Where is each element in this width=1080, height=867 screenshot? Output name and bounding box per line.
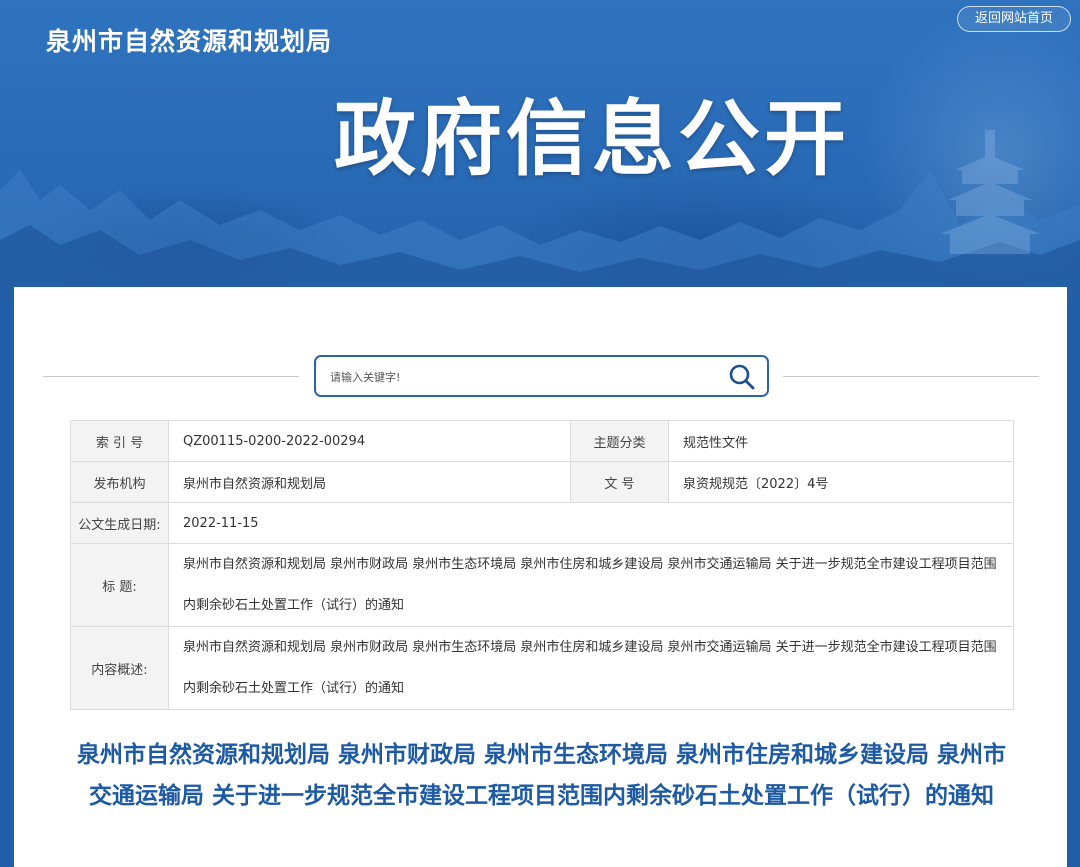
table-row: 公文生成日期: 2022-11-15 [70, 502, 1014, 544]
table-row: 内容概述: 泉州市自然资源和规划局 泉州市财政局 泉州市生态环境局 泉州市住房和… [70, 626, 1014, 710]
search-input[interactable] [328, 357, 712, 397]
docno-label: 文 号 [570, 461, 669, 503]
header-banner: 泉州市自然资源和规划局 返回网站首页 政府信息公开 [0, 0, 1080, 300]
publisher-label: 发布机构 [70, 461, 169, 503]
table-row: 发布机构 泉州市自然资源和规划局 文 号 泉资规规范〔2022〕4号 [70, 461, 1014, 503]
banner-title: 政府信息公开 [334, 92, 851, 187]
content-card: 索 引 号 QZ00115-0200-2022-00294 主题分类 规范性文件… [14, 287, 1067, 867]
publisher-value: 泉州市自然资源和规划局 [168, 461, 571, 503]
search-icon [729, 364, 755, 390]
site-name: 泉州市自然资源和规划局 [46, 27, 333, 56]
document-title: 泉州市自然资源和规划局 泉州市财政局 泉州市生态环境局 泉州市住房和城乡建设局 … [76, 742, 1007, 809]
divider-right [783, 376, 1039, 377]
title-value: 泉州市自然资源和规划局 泉州市财政局 泉州市生态环境局 泉州市住房和城乡建设局 … [168, 543, 1014, 627]
home-link[interactable]: 返回网站首页 [957, 6, 1071, 32]
index-label: 索 引 号 [70, 420, 169, 462]
divider-left [43, 376, 299, 377]
summary-value: 泉州市自然资源和规划局 泉州市财政局 泉州市生态环境局 泉州市住房和城乡建设局 … [168, 626, 1014, 710]
topic-value: 规范性文件 [668, 420, 1014, 462]
summary-label: 内容概述: [70, 626, 169, 710]
table-row: 标 题: 泉州市自然资源和规划局 泉州市财政局 泉州市生态环境局 泉州市住房和城… [70, 543, 1014, 627]
title-label: 标 题: [70, 543, 169, 627]
date-value: 2022-11-15 [168, 502, 1014, 544]
search-box [314, 355, 769, 397]
index-value: QZ00115-0200-2022-00294 [168, 420, 571, 462]
table-row: 索 引 号 QZ00115-0200-2022-00294 主题分类 规范性文件 [70, 420, 1014, 462]
docno-value: 泉资规规范〔2022〕4号 [668, 461, 1014, 503]
document-meta-table: 索 引 号 QZ00115-0200-2022-00294 主题分类 规范性文件… [70, 420, 1014, 710]
date-label: 公文生成日期: [70, 502, 169, 544]
search-button[interactable] [727, 362, 757, 392]
topic-label: 主题分类 [570, 420, 669, 462]
